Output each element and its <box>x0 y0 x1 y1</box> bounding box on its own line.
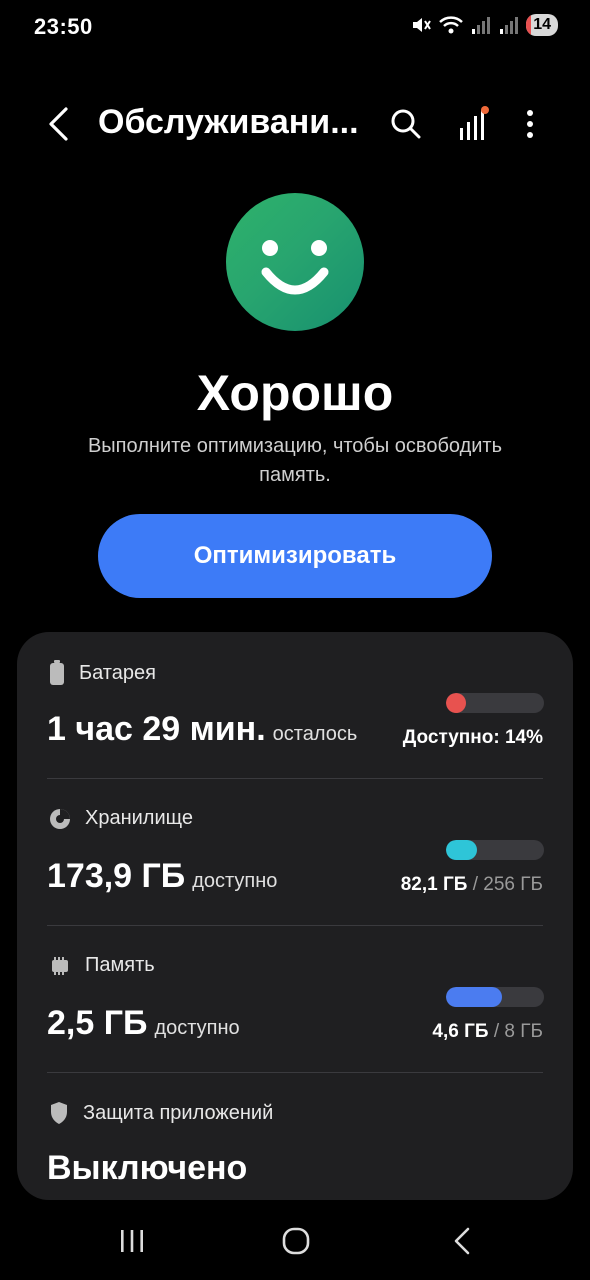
chart-bars-icon <box>460 106 489 140</box>
stats-button[interactable] <box>452 104 492 144</box>
memory-used: 4,6 ГБ <box>432 1021 489 1042</box>
more-options-button[interactable] <box>510 104 550 144</box>
optimize-button[interactable]: Оптимизировать <box>98 514 492 598</box>
battery-bar <box>446 693 544 713</box>
protection-label: Защита приложений <box>83 1101 274 1124</box>
wifi-icon <box>438 14 464 36</box>
memory-section[interactable]: Память 2,5 ГБ доступно 4,6 ГБ / 8 ГБ <box>17 926 573 1073</box>
home-button[interactable] <box>266 1218 326 1264</box>
signal-icon-2 <box>498 14 520 36</box>
status-description: Выполните оптимизацию, чтобы освободить … <box>87 435 503 486</box>
home-icon <box>282 1227 310 1255</box>
back-arrow-icon <box>454 1227 470 1255</box>
status-title: Хорошо <box>196 365 394 421</box>
status-icons: 14 <box>410 14 558 36</box>
protection-value: Выключено <box>47 1149 248 1187</box>
device-care-card: Батарея 1 час 29 мин. осталось Доступно:… <box>17 632 573 1200</box>
storage-pie-icon <box>50 808 70 829</box>
storage-suffix: доступно <box>192 870 278 892</box>
shield-icon <box>51 1102 67 1124</box>
storage-used: 82,1 ГБ <box>400 874 468 895</box>
battery-available: Доступно: 14% <box>402 727 543 748</box>
back-button[interactable] <box>40 104 76 144</box>
storage-value: 173,9 ГБ <box>47 857 186 895</box>
memory-label: Память <box>85 954 155 976</box>
recent-apps-icon <box>121 1230 143 1252</box>
search-button[interactable] <box>386 104 426 144</box>
battery-indicator: 14 <box>526 14 558 36</box>
battery-value: 1 час 29 мин. <box>47 710 266 748</box>
chevron-left-icon <box>49 107 68 141</box>
battery-icon <box>50 660 64 685</box>
search-icon <box>391 109 421 139</box>
battery-suffix: осталось <box>272 723 358 745</box>
memory-suffix: доступно <box>154 1017 240 1039</box>
memory-total: / 8 ГБ <box>493 1021 543 1042</box>
storage-label: Хранилище <box>85 807 193 829</box>
page-title: Обслуживани... <box>98 103 359 141</box>
memory-bar <box>446 987 544 1007</box>
status-time: 23:50 <box>34 14 93 39</box>
signal-icon <box>470 14 492 36</box>
storage-total: / 256 ГБ <box>472 874 543 895</box>
smile-face-icon <box>226 193 364 331</box>
mute-icon <box>410 14 432 36</box>
more-vertical-icon <box>527 110 533 138</box>
battery-section[interactable]: Батарея 1 час 29 мин. осталось Доступно:… <box>17 632 573 779</box>
battery-label: Батарея <box>79 661 156 684</box>
storage-bar <box>446 840 544 860</box>
storage-section[interactable]: Хранилище 173,9 ГБ доступно 82,1 ГБ / 25… <box>17 779 573 926</box>
memory-value: 2,5 ГБ <box>47 1004 148 1042</box>
memory-chip-icon <box>52 956 68 975</box>
recent-apps-button[interactable] <box>102 1218 162 1264</box>
nav-back-button[interactable] <box>432 1218 492 1264</box>
app-protection-section[interactable]: Защита приложений Выключено <box>17 1073 573 1200</box>
